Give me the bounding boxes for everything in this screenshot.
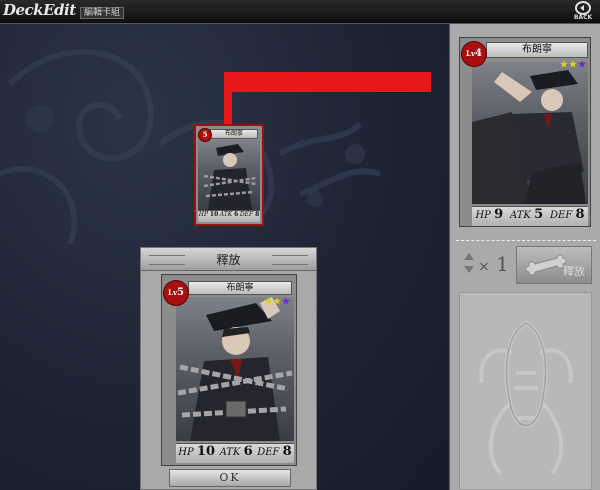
- hp-value: 10: [196, 444, 216, 459]
- lv-value: 4: [475, 48, 482, 59]
- screen-sub-label: 編輯卡組: [80, 7, 125, 19]
- card-level-badge: Lv5: [164, 281, 188, 305]
- def-value: 8: [255, 211, 260, 218]
- def-label: DEF: [550, 210, 573, 221]
- release-button-label: 釋放: [563, 265, 585, 278]
- card-level-badge: Lv4: [462, 42, 486, 66]
- deck-card-small[interactable]: 布朗寧 5 HP 10 ATK 6 DEF 8: [194, 124, 264, 226]
- card-level-badge: 5: [199, 129, 211, 141]
- card-art: [472, 62, 588, 204]
- atk-value: 6: [234, 211, 239, 218]
- deck-edit-logo: DeckEdit: [3, 1, 76, 19]
- card-art: [176, 297, 294, 441]
- quantity-prefix: ×: [478, 259, 490, 275]
- atk-label: ATK: [510, 210, 531, 221]
- atk-label: ATK: [219, 447, 241, 458]
- ok-button[interactable]: OK: [169, 469, 291, 487]
- rarity-stars: [560, 60, 586, 68]
- card-stats: HP 10 ATK 6 DEF 8: [176, 443, 294, 463]
- scroll-ornament-right: [272, 255, 308, 265]
- star-icon: [569, 60, 577, 68]
- atk-value: 6: [243, 444, 253, 459]
- star-icon: [560, 60, 568, 68]
- card-stats: HP 10 ATK 6 DEF 8: [198, 210, 260, 222]
- deck-emblem-area: [459, 292, 592, 490]
- skeletal-emblem-icon: [479, 320, 573, 475]
- quantity-display: × 1: [478, 252, 509, 276]
- quantity-value: 1: [496, 252, 509, 276]
- def-value: 8: [282, 444, 292, 459]
- star-icon: [264, 297, 272, 305]
- red-pointer-arrow-stem: [224, 72, 232, 132]
- atk-value: 5: [534, 207, 544, 222]
- red-pointer-arrow: [224, 72, 431, 92]
- def-label: DEF: [257, 447, 280, 458]
- back-circle-arrow-icon: [575, 1, 591, 15]
- back-label: BACK: [573, 14, 593, 21]
- star-icon: [282, 297, 290, 305]
- star-icon: [578, 60, 586, 68]
- hp-value: 10: [209, 211, 219, 218]
- lv-value: 5: [177, 287, 184, 298]
- lv-label: Lv: [466, 49, 476, 58]
- hp-label: HP: [178, 447, 194, 458]
- detail-card: 布朗寧 Lv4 HP 9 ATK 5 DEF 8: [459, 37, 591, 227]
- release-panel: 釋放 布朗寧 Lv5 HP 10 ATK 6 DEF 8 OK: [140, 247, 317, 490]
- release-title-bar: 釋放: [141, 248, 316, 271]
- lv-label: Lv: [168, 288, 178, 297]
- character-illustration: [177, 297, 293, 441]
- back-button[interactable]: BACK: [569, 0, 597, 22]
- quantity-stepper-icon[interactable]: [462, 253, 476, 275]
- rarity-stars: [264, 297, 290, 305]
- top-bar: DeckEdit 編輯卡組 BACK: [0, 0, 600, 24]
- card-name: 布朗寧: [210, 129, 258, 139]
- hp-value: 9: [494, 207, 504, 222]
- hp-label: HP: [475, 210, 491, 221]
- card-detail-panel: 布朗寧 Lv4 HP 9 ATK 5 DEF 8 × 1 釋放: [449, 24, 600, 490]
- release-card: 布朗寧 Lv5 HP 10 ATK 6 DEF 8: [161, 274, 297, 466]
- character-illustration: [203, 144, 257, 210]
- panel-divider: [456, 240, 596, 242]
- card-stats: HP 9 ATK 5 DEF 8: [472, 206, 588, 226]
- release-button[interactable]: 釋放: [516, 246, 592, 284]
- star-icon: [273, 297, 281, 305]
- character-illustration: [472, 70, 586, 204]
- card-art: [198, 140, 260, 210]
- card-name: 布朗寧: [188, 281, 292, 295]
- def-value: 8: [575, 207, 585, 222]
- card-name: 布朗寧: [486, 42, 588, 58]
